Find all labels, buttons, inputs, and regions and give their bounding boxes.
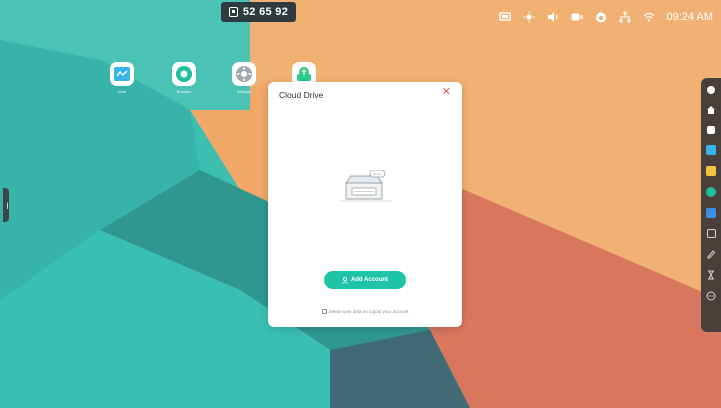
status-bar: 09:24 AM [498, 9, 713, 25]
desktop-app-label: Note [117, 89, 127, 94]
user-icon [342, 276, 348, 284]
settings-icon [236, 66, 252, 82]
apps-grid-icon[interactable] [706, 208, 716, 218]
screen-code-badge[interactable]: 52 65 92 [221, 2, 296, 22]
cloud-drive-dialog: Cloud Drive ✕ Empty Add Account Delete u… [268, 82, 462, 327]
desktop-background: 52 65 92 09:24 AM Note Browser Settings … [0, 0, 721, 408]
dialog-title: Cloud Drive [279, 90, 324, 100]
empty-box-illustration: Empty [340, 170, 392, 202]
browser-app-tile [172, 62, 196, 86]
right-toolbar [701, 78, 721, 332]
back-icon[interactable] [707, 86, 715, 94]
settings-app-tile [232, 62, 256, 86]
network-icon[interactable] [619, 11, 631, 23]
more-icon[interactable] [706, 291, 716, 301]
desktop-app-label: Settings [236, 89, 252, 94]
note-app-icon[interactable] [706, 145, 716, 155]
close-icon[interactable]: ✕ [442, 87, 451, 98]
screen-code-text: 52 65 92 [242, 6, 289, 18]
cast-code-icon [228, 7, 238, 17]
desktop-app-label: Browser [176, 89, 192, 94]
add-account-button[interactable]: Add Account [324, 271, 406, 289]
annotate-icon[interactable] [706, 249, 716, 259]
recent-apps-icon[interactable] [707, 126, 715, 134]
browser-icon [176, 66, 192, 82]
wifi-icon[interactable] [643, 11, 655, 23]
delete-data-option[interactable]: Delete user data on logout your account [268, 309, 462, 314]
add-account-label: Add Account [350, 277, 389, 283]
screen-share-icon[interactable] [706, 229, 716, 238]
browser-app-icon[interactable] [706, 187, 716, 197]
empty-bubble-text: Empty [374, 172, 383, 176]
brightness-icon[interactable] [523, 11, 535, 23]
delete-data-label: Delete user data on logout your account [328, 309, 409, 314]
folder-app-icon[interactable] [706, 166, 716, 176]
note-app-tile [110, 62, 134, 86]
desktop-app-browser[interactable]: Browser [169, 62, 199, 94]
clock-time: 09:24 AM [666, 11, 713, 23]
home-icon[interactable] [706, 105, 716, 115]
screen-share-icon[interactable] [498, 11, 511, 23]
camera-icon[interactable] [571, 11, 583, 23]
timer-icon[interactable] [706, 270, 716, 280]
cloud-drive-icon [297, 67, 311, 81]
eye-care-icon[interactable] [595, 11, 607, 23]
volume-icon[interactable] [547, 11, 559, 23]
delete-data-checkbox[interactable] [321, 309, 327, 314]
note-icon [114, 67, 130, 81]
desktop-app-settings[interactable]: Settings [229, 62, 259, 94]
desktop-app-note[interactable]: Note [107, 62, 137, 94]
left-sidebar-handle[interactable] [3, 188, 9, 222]
